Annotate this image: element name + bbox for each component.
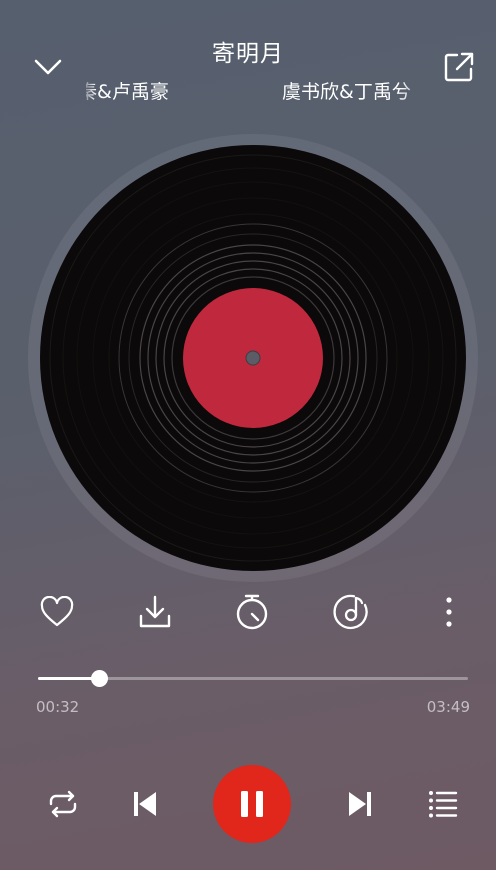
timer-icon xyxy=(236,594,268,630)
download-icon xyxy=(139,595,171,628)
artist-marquee-left: 秦&卢禹豪 xyxy=(86,77,190,104)
heart-icon xyxy=(40,596,74,627)
previous-button[interactable] xyxy=(121,780,169,828)
repeat-button[interactable] xyxy=(39,780,87,828)
external-link-icon xyxy=(444,52,474,82)
playlist-button[interactable] xyxy=(419,780,467,828)
skip-next-icon xyxy=(349,792,371,816)
artist-names: 秦&卢禹豪 xyxy=(86,81,169,103)
pause-icon xyxy=(241,791,263,817)
download-button[interactable] xyxy=(131,588,179,636)
record-spindle-hole xyxy=(245,350,261,366)
artist-marquee-right: 虞书欣&丁禹兮 xyxy=(282,77,420,104)
total-time: 03:49 xyxy=(426,698,470,716)
play-pause-button[interactable] xyxy=(213,765,291,843)
more-button[interactable] xyxy=(425,588,473,636)
music-disc-icon xyxy=(333,594,368,630)
sound-effect-button[interactable] xyxy=(327,588,375,636)
favorite-button[interactable] xyxy=(33,588,81,636)
more-vertical-icon xyxy=(446,597,452,627)
next-button[interactable] xyxy=(336,780,384,828)
artist-names: 虞书欣&丁禹兮 xyxy=(282,81,411,103)
sleep-timer-button[interactable] xyxy=(228,588,276,636)
skip-previous-icon xyxy=(134,792,156,816)
share-button[interactable] xyxy=(440,48,478,86)
vinyl-record[interactable] xyxy=(39,144,467,572)
song-title: 寄明月 xyxy=(212,41,284,67)
repeat-icon xyxy=(49,790,77,818)
progress-thumb[interactable] xyxy=(90,670,108,687)
current-time: 00:32 xyxy=(36,698,80,716)
playlist-icon xyxy=(429,791,458,818)
